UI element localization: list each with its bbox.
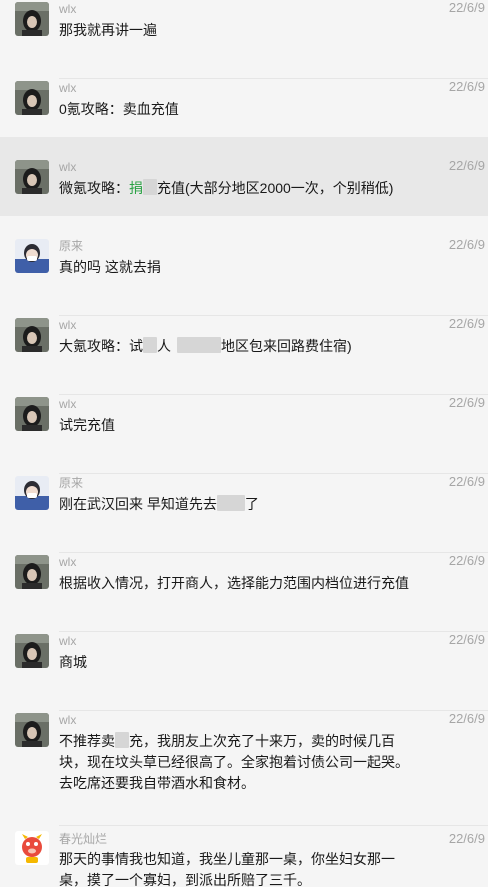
redacted-block [143,179,157,195]
sender-name: 原来 [59,239,84,253]
avatar-yuanlai[interactable] [15,476,49,510]
message-text-part: 人 [157,338,171,354]
sender-name: wlx [59,397,77,411]
message-time: 22/6/9 [448,79,485,94]
avatar-wlx[interactable] [15,634,49,668]
message-item[interactable]: wlx 22/6/9 试完充值 [0,395,488,474]
message-time: 22/6/9 [448,474,485,489]
message-text-part: 地区包来回路费住宿) [221,338,352,354]
message-text: 根据收入情况，打开商人，选择能力范围内档位进行充值 [59,575,409,591]
message-item[interactable]: wlx 22/6/9 大氪攻略：试人 地区包来回路费住宿) [0,316,488,395]
message-text: 那我就再讲一遍 [59,22,157,38]
message-item[interactable]: wlx 22/6/9 不推荐卖 充，我朋友上次充了十来万，卖的时候几百块，现在坟头… [0,711,488,826]
message-text-part: 刚在武汉回来 早知道先去 [59,496,217,512]
avatar-wlx[interactable] [15,713,49,747]
avatar-wlx[interactable] [15,160,49,194]
message-item-selected[interactable]: wlx 22/6/9 微氪攻略：捐 充值(大部分地区2000一次，个别稍低) [0,137,488,216]
message-time: 22/6/9 [448,316,485,331]
sender-name: wlx [59,634,77,648]
message-text-part: 微氪攻略： [59,180,129,196]
sender-name: wlx [59,555,77,569]
redacted-block [143,337,157,353]
redacted-block [216,495,245,511]
message-item[interactable]: 原来 22/6/9 刚在武汉回来 早知道先去 了 [0,474,488,553]
message-text: 大氪攻略：试人 地区包来回路费住宿) [59,336,419,357]
avatar-wlx[interactable] [15,2,49,36]
message-text: 微氪攻略：捐 充值(大部分地区2000一次，个别稍低) [59,178,419,199]
message-text: 试完充值 [59,417,115,433]
chat-history-list: wlx 22/6/9 那我就再讲一遍 wlx 22/6/9 0氪攻略：卖血充值 … [0,0,488,887]
message-text: 那天的事情我也知道，我坐儿童那一桌，你坐妇女那一桌，摸了一个寡妇，到派出所赔了三… [59,851,395,887]
message-time: 22/6/9 [448,237,485,252]
sender-name: wlx [59,81,77,95]
message-text: 不推荐卖 充，我朋友上次充了十来万，卖的时候几百块，现在坟头草已经很高了。全家抱着… [59,731,421,794]
avatar-chunguang[interactable] [15,831,49,865]
redacted-block [115,732,129,748]
message-item[interactable]: wlx 22/6/9 商城 [0,632,488,711]
message-item[interactable]: 春光灿烂 22/6/9 那天的事情我也知道，我坐儿童那一桌，你坐妇女那一桌，摸了… [0,826,488,887]
message-text-part: 大氪攻略：试 [59,338,143,354]
message-text-highlight: 捐 [129,180,143,196]
avatar-wlx[interactable] [15,318,49,352]
message-text: 真的吗 这就去捐 [59,259,161,275]
message-time: 22/6/9 [448,632,485,647]
message-text: 商城 [59,654,87,670]
message-text: 刚在武汉回来 早知道先去 了 [59,494,419,515]
sender-name: wlx [59,160,77,174]
message-text-part: 不推荐卖 [59,733,115,749]
message-time: 22/6/9 [448,711,485,726]
sender-name: 春光灿烂 [59,832,108,846]
avatar-wlx[interactable] [15,81,49,115]
message-time: 22/6/9 [448,0,485,15]
message-item[interactable]: 原来 22/6/9 真的吗 这就去捐 [0,237,488,316]
sender-name: wlx [59,2,77,16]
message-item[interactable]: wlx 22/6/9 0氪攻略：卖血充值 [0,79,488,137]
message-text: 0氪攻略：卖血充值 [59,101,179,117]
message-item[interactable]: wlx 22/6/9 根据收入情况，打开商人，选择能力范围内档位进行充值 [0,553,488,632]
avatar-wlx[interactable] [15,397,49,431]
sender-name: 原来 [59,476,84,490]
avatar-yuanlai[interactable] [15,239,49,273]
message-text-part: 充值(大部分地区2000一次，个别稍低) [157,180,394,196]
message-time: 22/6/9 [448,395,485,410]
message-text-part: 了 [244,496,259,512]
message-time: 22/6/9 [448,831,485,846]
message-item[interactable]: wlx 22/6/9 那我就再讲一遍 [0,0,488,79]
redacted-block [177,337,221,353]
sender-name: wlx [59,318,77,332]
message-time: 22/6/9 [448,553,485,568]
avatar-wlx[interactable] [15,555,49,589]
sender-name: wlx [59,713,77,727]
message-time: 22/6/9 [448,158,485,173]
